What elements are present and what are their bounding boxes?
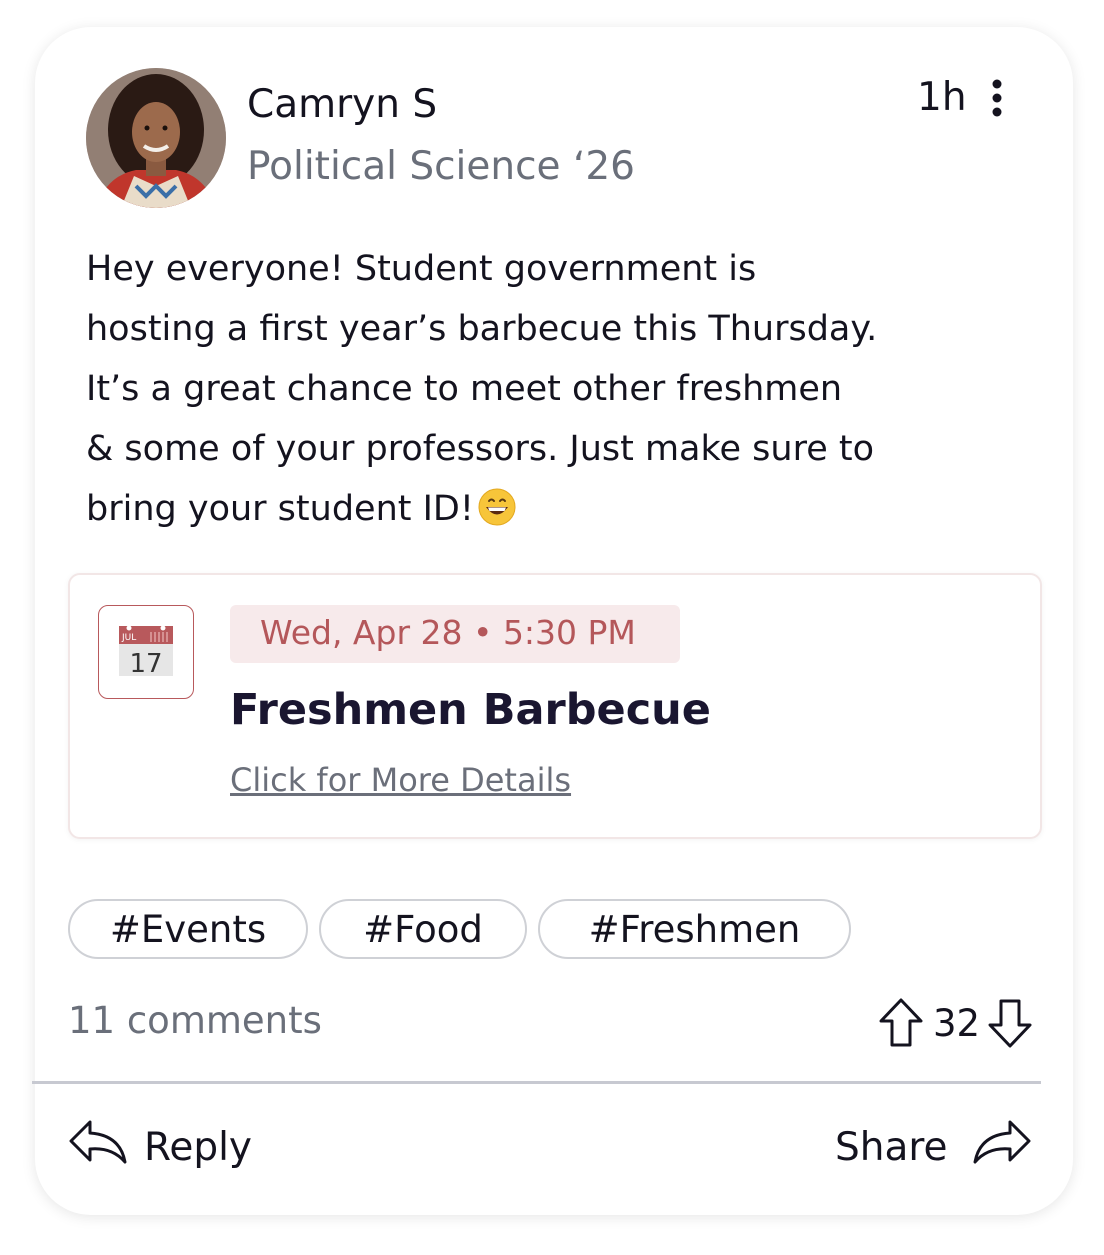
event-card[interactable]: JUL 17 Wed, Apr 28 • 5:30 PM Freshmen Ba… — [68, 573, 1042, 839]
calendar-icon: JUL 17 — [98, 605, 194, 699]
more-vertical-icon[interactable] — [987, 77, 1007, 121]
tag-freshmen[interactable]: #Freshmen — [538, 899, 851, 959]
share-button[interactable]: Share — [835, 1119, 1032, 1175]
divider — [32, 1081, 1041, 1084]
share-label: Share — [835, 1124, 948, 1170]
reply-label: Reply — [144, 1124, 253, 1170]
reply-button[interactable]: Reply — [68, 1119, 252, 1175]
event-title: Freshmen Barbecue — [230, 685, 711, 735]
downvote-icon[interactable] — [986, 997, 1034, 1049]
post-body: Hey everyone! Student government is host… — [86, 239, 1046, 539]
vote-count: 32 — [933, 1001, 981, 1045]
post-time: 1h — [917, 75, 967, 120]
event-date: Wed, Apr 28 • 5:30 PM — [260, 613, 636, 652]
reply-icon — [68, 1119, 128, 1175]
avatar-image — [86, 68, 226, 208]
calendar-month: JUL — [121, 633, 136, 643]
avatar[interactable] — [86, 68, 226, 208]
tag-events[interactable]: #Events — [68, 899, 308, 959]
post-card: Camryn S Political Science ‘26 1h Hey ev… — [32, 27, 1073, 1215]
comments-count[interactable]: 11 comments — [68, 999, 322, 1042]
event-date-badge: Wed, Apr 28 • 5:30 PM — [230, 605, 680, 663]
grinning-face-icon — [478, 485, 516, 526]
tag-food[interactable]: #Food — [319, 899, 527, 959]
author-name[interactable]: Camryn S — [247, 82, 437, 127]
author-major: Political Science ‘26 — [247, 144, 635, 189]
calendar-day: 17 — [129, 649, 162, 679]
upvote-icon[interactable] — [877, 997, 925, 1049]
vote-control: 32 — [877, 997, 1034, 1049]
event-details-link[interactable]: Click for More Details — [230, 761, 571, 799]
tag-list: #Events #Food #Freshmen — [68, 899, 851, 959]
share-icon — [970, 1119, 1032, 1175]
